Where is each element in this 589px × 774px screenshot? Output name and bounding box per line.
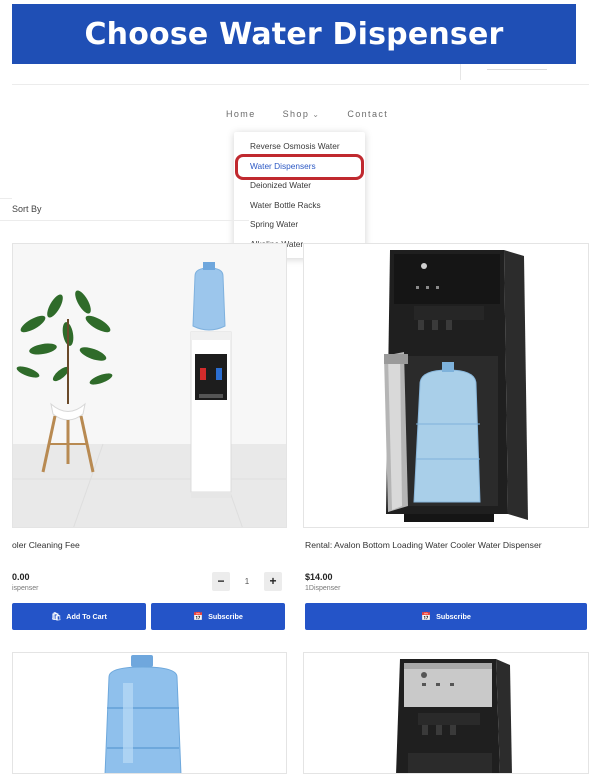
product-unit: 1Dispenser: [305, 585, 341, 592]
tutorial-banner: Choose Water Dispenser: [12, 4, 576, 64]
avalon-dispenser-photo: [384, 250, 528, 522]
menu-item-spring-water[interactable]: Spring Water: [234, 215, 365, 235]
main-nav: Home Shop ⌄ Contact: [226, 106, 388, 122]
subscribe-label: Subscribe: [208, 612, 243, 621]
product-image-stainless-dispenser[interactable]: [303, 652, 589, 774]
product-title[interactable]: oler Cleaning Fee: [12, 540, 80, 550]
water-jug-photo: [104, 655, 182, 773]
nav-shop[interactable]: Shop ⌄: [283, 109, 321, 119]
subscribe-button[interactable]: 📅 Subscribe: [305, 603, 587, 630]
nav-home[interactable]: Home: [226, 109, 256, 119]
nav-shop-label: Shop: [282, 109, 310, 119]
quantity-value[interactable]: 1: [230, 577, 264, 586]
subscribe-button[interactable]: 📅 Subscribe: [151, 603, 285, 630]
nav-contact[interactable]: Contact: [347, 109, 388, 119]
menu-item-water-bottle-racks[interactable]: Water Bottle Racks: [234, 196, 365, 216]
increment-button[interactable]: +: [264, 572, 282, 591]
nav-home-label: Home: [226, 109, 256, 119]
product-title[interactable]: Rental: Avalon Bottom Loading Water Cool…: [305, 540, 542, 550]
stainless-dispenser-photo: [396, 659, 512, 773]
header-divider: [12, 84, 589, 85]
product-image-water-jug[interactable]: [12, 652, 287, 774]
product-image-cooler[interactable]: [12, 243, 287, 528]
product-price: 0.00: [12, 572, 30, 582]
chevron-down-icon: ⌄: [312, 109, 321, 119]
banner-title: Choose Water Dispenser: [84, 16, 504, 52]
subscribe-label: Subscribe: [436, 612, 471, 621]
highlight-box: [235, 154, 364, 180]
sort-label: Sort By: [12, 204, 42, 214]
add-to-cart-label: Add To Cart: [66, 612, 107, 621]
decrement-button[interactable]: −: [212, 572, 230, 591]
calendar-icon: 📅: [421, 612, 432, 621]
calendar-icon: 📅: [193, 612, 204, 621]
topbar-fragment: [460, 64, 589, 80]
product-image-avalon-dispenser[interactable]: [303, 243, 589, 528]
sort-select[interactable]: Sort By: [0, 199, 249, 221]
add-to-cart-button[interactable]: 🛍 Add To Cart: [12, 603, 146, 630]
product-unit: ispenser: [12, 585, 39, 592]
shopping-bag-icon: 🛍: [51, 612, 62, 621]
nav-contact-label: Contact: [347, 109, 389, 119]
cooler-photo: [13, 244, 286, 527]
product-price: $14.00: [305, 572, 333, 582]
quantity-stepper: − 1 +: [212, 572, 284, 591]
shop-dropdown-menu: Reverse Osmosis Water Water Dispensers D…: [234, 132, 365, 258]
